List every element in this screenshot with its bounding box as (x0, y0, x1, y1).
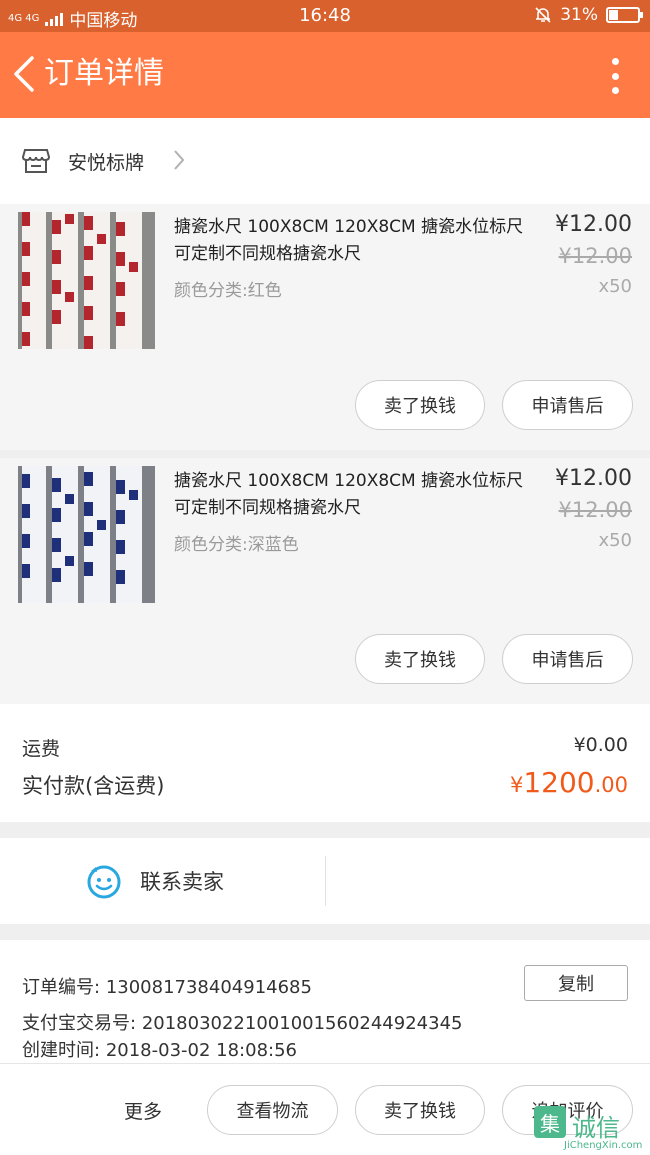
battery-percent: 31% (560, 5, 598, 25)
alipay-label: 支付宝交易号: (22, 1013, 137, 1034)
chevron-right-icon (174, 150, 185, 170)
contact-seller-bar: 联系卖家 (0, 838, 650, 924)
product-original-price: ¥12.00 (558, 244, 632, 268)
mute-bell-icon (535, 7, 551, 23)
product-variant: 颜色分类:红色 (174, 281, 282, 301)
contact-seller-button[interactable]: 联系卖家 (140, 866, 224, 896)
order-item[interactable]: 搪瓷水尺 100X8CM 120X8CM 搪瓷水位标尺可定制不同规格搪瓷水尺 颜… (0, 458, 650, 704)
shipping-value: ¥0.00 (573, 734, 628, 756)
apply-after-sale-button[interactable]: 申请售后 (502, 380, 633, 430)
paid-integer: 1200 (523, 766, 595, 799)
sell-for-cash-button[interactable]: 卖了换钱 (355, 380, 485, 430)
product-variant: 颜色分类:深蓝色 (174, 535, 299, 555)
order-number-row: 订单编号: 130081738404914685 (22, 973, 312, 999)
paid-decimal: .00 (594, 773, 628, 797)
product-price: ¥12.00 (555, 212, 632, 237)
order-number: 130081738404914685 (105, 977, 312, 998)
view-logistics-button[interactable]: 查看物流 (207, 1085, 338, 1135)
order-item[interactable]: 搪瓷水尺 100X8CM 120X8CM 搪瓷水位标尺可定制不同规格搪瓷水尺 颜… (0, 204, 650, 450)
paid-label: 实付款(含运费) (22, 774, 165, 798)
product-title[interactable]: 搪瓷水尺 100X8CM 120X8CM 搪瓷水位标尺可定制不同规格搪瓷水尺 (174, 214, 534, 268)
product-thumbnail[interactable] (18, 212, 155, 349)
chat-face-icon[interactable] (86, 863, 122, 899)
product-original-price: ¥12.00 (558, 498, 632, 522)
nav-bar: 订单详情 (0, 32, 650, 118)
order-totals: 运费 ¥0.00 实付款(含运费) ¥1200.00 (0, 704, 650, 822)
created-time-row: 创建时间: 2018-03-02 18:08:56 (22, 1036, 297, 1062)
order-number-label: 订单编号: (22, 977, 101, 998)
product-title[interactable]: 搪瓷水尺 100X8CM 120X8CM 搪瓷水位标尺可定制不同规格搪瓷水尺 (174, 468, 534, 522)
alipay-row: 支付宝交易号: 2018030221001001560244924345 (22, 1009, 462, 1035)
watermark: 集 诚信 JiChengXin.com (530, 1104, 648, 1154)
shipping-label: 运费 (22, 738, 61, 760)
status-right-group: 31% (534, 5, 643, 25)
created-time: 2018-03-02 18:08:56 (105, 1040, 297, 1061)
status-bar: 4G 4G 中国移动 16:48 31% (0, 0, 650, 32)
sell-for-cash-button[interactable]: 卖了换钱 (355, 634, 485, 684)
product-price: ¥12.00 (555, 466, 632, 491)
watermark-url: JiChengXin.com (564, 1140, 643, 1151)
order-info: 订单编号: 130081738404914685 复制 支付宝交易号: 2018… (0, 940, 650, 1070)
copy-button[interactable]: 复制 (524, 965, 628, 1001)
product-quantity: x50 (598, 530, 632, 551)
battery-icon (606, 7, 643, 23)
paid-amount: ¥1200.00 (510, 766, 628, 799)
product-quantity: x50 (598, 276, 632, 297)
back-arrow-icon[interactable] (10, 54, 38, 94)
more-menu-icon[interactable] (610, 58, 620, 94)
watermark-name: 诚信 (572, 1114, 620, 1142)
apply-after-sale-button[interactable]: 申请售后 (502, 634, 633, 684)
page-title: 订单详情 (44, 56, 164, 91)
divider (325, 856, 326, 906)
sell-for-cash-button[interactable]: 卖了换钱 (355, 1085, 485, 1135)
more-button[interactable]: 更多 (124, 1097, 162, 1124)
watermark-logo: 集 (534, 1106, 566, 1138)
store-icon (22, 149, 50, 173)
alipay-number: 2018030221001001560244924345 (141, 1013, 463, 1034)
paid-currency: ¥ (509, 773, 524, 797)
product-thumbnail[interactable] (18, 466, 155, 603)
shop-name: 安悦标牌 (68, 152, 145, 174)
shop-row[interactable]: 安悦标牌 (0, 118, 650, 204)
created-time-label: 创建时间: (22, 1040, 101, 1061)
